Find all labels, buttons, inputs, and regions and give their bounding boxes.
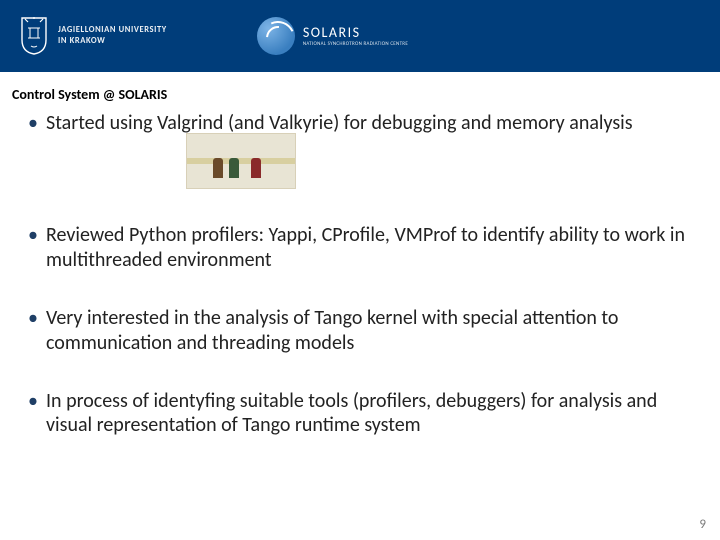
solaris-text-block: SOLARIS NATIONAL SYNCHROTRON RADIATION C… [303,26,408,47]
solaris-subtitle: NATIONAL SYNCHROTRON RADIATION CENTRE [303,41,408,47]
header-band: JAGIELLONIAN UNIVERSITY IN KRAKOW SOLARI… [0,0,720,72]
bullet-item: In process of identyfing suitable tools … [28,389,692,438]
ju-name: JAGIELLONIAN UNIVERSITY IN KRAKOW [58,25,167,46]
ju-logo-block: JAGIELLONIAN UNIVERSITY IN KRAKOW [18,16,167,56]
bullet-text: Very interested in the analysis of Tango… [46,306,618,354]
content-area: Started using Valgrind (and Valkyrie) fo… [0,107,720,540]
solaris-name: SOLARIS [303,26,408,40]
ju-name-line2: IN KRAKOW [58,36,167,47]
bullet-text: In process of identyfing suitable tools … [46,389,657,437]
bullet-text: Reviewed Python profilers: Yappi, CProfi… [46,223,685,271]
slide: JAGIELLONIAN UNIVERSITY IN KRAKOW SOLARI… [0,0,720,540]
valkyrie-illustration-icon [186,133,296,189]
bullet-item: Started using Valgrind (and Valkyrie) fo… [28,111,692,189]
bullet-text: Started using Valgrind (and Valkyrie) fo… [46,111,633,135]
solaris-swirl-icon [257,17,295,55]
jagiellonian-crest-icon [18,16,50,56]
section-title: Control System @ SOLARIS [0,72,720,107]
bullet-item: Reviewed Python profilers: Yappi, CProfi… [28,223,692,272]
solaris-logo-block: SOLARIS NATIONAL SYNCHROTRON RADIATION C… [257,17,408,55]
page-number: 9 [699,517,706,532]
ju-name-line1: JAGIELLONIAN UNIVERSITY [58,25,167,36]
bullet-item: Very interested in the analysis of Tango… [28,306,692,355]
